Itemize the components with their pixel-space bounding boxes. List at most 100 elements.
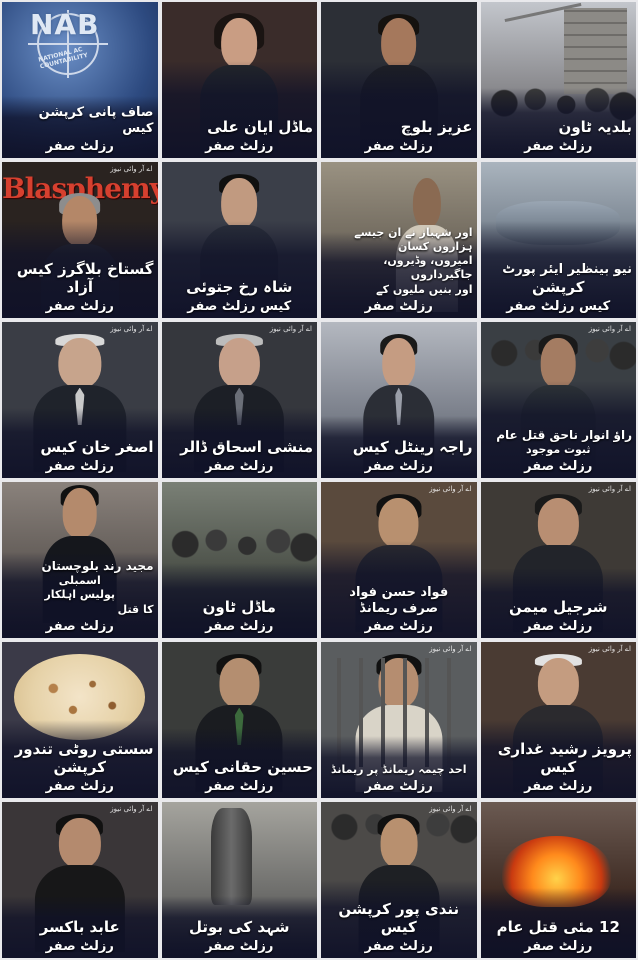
caption: پرویز رشید غداری کیس رزلٹ صفر (485, 739, 632, 795)
caption: مجید رند بلوچستان اسمبلی پولیس اہلکار کا… (6, 559, 154, 634)
caption: نندی پور کرپشن کیس رزلٹ صفر (325, 900, 473, 955)
tile-result: رزلٹ صفر (45, 939, 114, 954)
tile-result: رزلٹ صفر (45, 619, 114, 634)
tile-haqqani: حسین حقانی کیس رزلٹ صفر (161, 642, 317, 798)
honey-bottle (211, 808, 252, 905)
tile-title: نندی پور کرپشن (338, 899, 460, 918)
tile-result: رزلٹ صفر (524, 779, 593, 794)
tile-result: رزلٹ صفر (524, 619, 593, 634)
tile-line: اور بنیں ملیوں کے (376, 282, 473, 296)
tile-result: رزلٹ صفر (45, 139, 114, 154)
caption: احد چیمہ ریمانڈ پر ریمانڈ رزلٹ صفر (325, 763, 473, 794)
tile-baldia: بلدیہ ٹاون رزلٹ صفر (480, 2, 636, 158)
tile-title: شرجیل میمن (508, 598, 608, 617)
caption: شرجیل میمن رزلٹ صفر (485, 598, 633, 634)
tile-result: رزلٹ صفر (205, 619, 274, 634)
tile-title: راؤ انوار ناحق قتل عام (496, 427, 632, 442)
caption: صاف پانی کرپشن کیس رزلٹ صفر (6, 105, 154, 155)
tile-may12: اے آر وائی نیوز 12 مئی قتل عام رزلٹ صفر (480, 802, 636, 958)
tile-result: رزلٹ صفر (205, 139, 274, 154)
tile-nandipur: اے آر وائی نیوز نندی پور کرپشن کیس رزلٹ … (321, 802, 477, 958)
tile-land: اے آر وائی نیوز اور شہباز نے ان جیسے ہزا… (321, 162, 477, 318)
tile-shahrukh: شاہ رخ جتوئی کیس رزلٹ صفر (161, 162, 317, 318)
tile-title: منشی اسحاق ڈالر (180, 438, 313, 457)
caption: شاہ رخ جتوئی کیس رزلٹ صفر (166, 278, 314, 314)
tile-line: اور شہباز نے ان جیسے ہزاروں کسان (354, 225, 473, 253)
tile-ayyan: ماڈل ایان علی رزلٹ صفر (161, 2, 317, 158)
tile-result: رزلٹ صفر (205, 939, 274, 954)
caption: اور شہباز نے ان جیسے ہزاروں کسان امیروں،… (325, 225, 473, 314)
caption: ماڈل ٹاون رزلٹ صفر (166, 598, 314, 634)
tile-title: ماڈل ایان علی (207, 118, 313, 137)
tile-sharjeel: اے آر وائی نیوز شرجیل میمن رزلٹ صفر (480, 482, 636, 638)
tile-line: کا قتل (117, 602, 154, 616)
tile-subtitle: آزاد (66, 278, 94, 297)
tile-result: کیس رزلٹ صفر (506, 299, 611, 314)
collage-grid: NAB NATIONAL AC COUNTABILITY صاف پانی کر… (2, 2, 636, 958)
tile-subtitle: اسمبلی (58, 574, 101, 588)
tile-result: رزلٹ صفر (205, 779, 274, 794)
tile-result: رزلٹ صفر (524, 139, 593, 154)
tile-subtitle: کیس (380, 918, 417, 937)
channel-label: اے آر وائی نیوز (429, 485, 472, 493)
tile-title: شہد کی بوتل (188, 918, 290, 937)
tile-subtitle: صرف ریمانڈ (359, 600, 439, 616)
caption: راجہ رینٹل کیس رزلٹ صفر (325, 438, 473, 474)
caption: منشی اسحاق ڈالر رزلٹ صفر (166, 438, 313, 474)
tile-modeltown: اے آر وائی نیوز ماڈل ٹاون رزلٹ صفر (161, 482, 317, 638)
tile-abid: اے آر وائی نیوز عابد باکسر رزلٹ صفر (2, 802, 158, 958)
tile-ishaq: اے آر وائی نیوز منشی اسحاق ڈالر رزلٹ صفر (161, 322, 317, 478)
channel-label: اے آر وائی نیوز (588, 645, 631, 653)
tile-title: نیو بینظیر ایئر پورٹ (502, 262, 632, 277)
tile-subtitle: ثبوت موجود (525, 442, 591, 456)
tile-subtitle: کرپشن (53, 758, 106, 777)
tile-title: حسین حقانی کیس (172, 758, 313, 777)
channel-label: اے آر وائی نیوز (269, 325, 312, 333)
tile-line: پولیس اہلکار (44, 588, 116, 602)
tile-result: رزلٹ صفر (364, 619, 433, 634)
tile-result: رزلٹ صفر (364, 299, 433, 314)
tile-fawad: اے آر وائی نیوز فواد حسن فواد صرف ریمانڈ… (321, 482, 477, 638)
channel-label: اے آر وائی نیوز (588, 485, 631, 493)
tile-result: رزلٹ صفر (364, 459, 433, 474)
tile-blasphemy: اے آر وائی نیوز Blasphemy گستاخ بلاگرز ک… (2, 162, 158, 318)
tile-title: پرویز رشید غداری (497, 739, 632, 758)
caption: حسین حقانی کیس رزلٹ صفر (166, 758, 313, 794)
tile-asghar: اے آر وائی نیوز اصغر خان کیس رزلٹ صفر (2, 322, 158, 478)
tile-result: رزلٹ صفر (524, 459, 593, 474)
tile-title: راجہ رینٹل کیس (352, 438, 473, 457)
channel-label: اے آر وائی نیوز (429, 645, 472, 653)
nab-logo: NAB NATIONAL AC COUNTABILITY (8, 6, 126, 86)
tile-title: عزیز بلوچ (400, 118, 473, 137)
tile-result: رزلٹ صفر (205, 459, 274, 474)
caption: عابد باکسر رزلٹ صفر (6, 918, 154, 954)
caption: اصغر خان کیس رزلٹ صفر (6, 438, 154, 474)
tile-title: سستی روٹی تندور (14, 739, 154, 758)
caption: بلدیہ ٹاون رزلٹ صفر (485, 118, 632, 154)
tile-result: رزلٹ صفر (364, 139, 433, 154)
tile-title: احد چیمہ ریمانڈ پر ریمانڈ (331, 763, 467, 777)
tile-title: شاہ رخ جتوئی (186, 278, 293, 297)
tile-rental: اے آر وائی نیوز راجہ رینٹل کیس رزلٹ صفر (321, 322, 477, 478)
tile-pervez: اے آر وائی نیوز پرویز رشید غداری کیس رزل… (480, 642, 636, 798)
tile-subtitle: کیس (540, 758, 577, 777)
tile-title: ماڈل ٹاون (202, 598, 276, 617)
caption: فواد حسن فواد صرف ریمانڈ رزلٹ صفر (325, 585, 473, 635)
tile-ahad: اے آر وائی نیوز احد چیمہ ریمانڈ پر ریمان… (321, 642, 477, 798)
caption: راؤ انوار ناحق قتل عام ثبوت موجود رزلٹ ص… (485, 427, 632, 474)
caption: نیو بینظیر ایئر پورٹ کرپشن کیس رزلٹ صفر (485, 262, 632, 314)
tile-uzair: عزیز بلوچ رزلٹ صفر (321, 2, 477, 158)
caption: عزیز بلوچ رزلٹ صفر (325, 118, 473, 154)
tile-roti: سستی روٹی تندور کرپشن رزلٹ صفر (2, 642, 158, 798)
tile-nab: NAB NATIONAL AC COUNTABILITY صاف پانی کر… (2, 2, 158, 158)
tile-title: 12 مئی قتل عام (496, 918, 620, 937)
tile-line: امیروں، وڈیروں، جاگیرداروں (383, 254, 473, 282)
tile-title: مجید رند بلوچستان (41, 559, 154, 574)
caption: سستی روٹی تندور کرپشن رزلٹ صفر (6, 740, 154, 795)
tile-result: رزلٹ صفر (45, 779, 114, 794)
tile-title: اصغر خان کیس (40, 438, 154, 457)
nab-logo-text: NAB (30, 8, 100, 41)
tile-result: رزلٹ صفر (45, 299, 114, 314)
caption: ماڈل ایان علی رزلٹ صفر (166, 118, 313, 154)
caption: شہد کی بوتل رزلٹ صفر (166, 918, 314, 954)
